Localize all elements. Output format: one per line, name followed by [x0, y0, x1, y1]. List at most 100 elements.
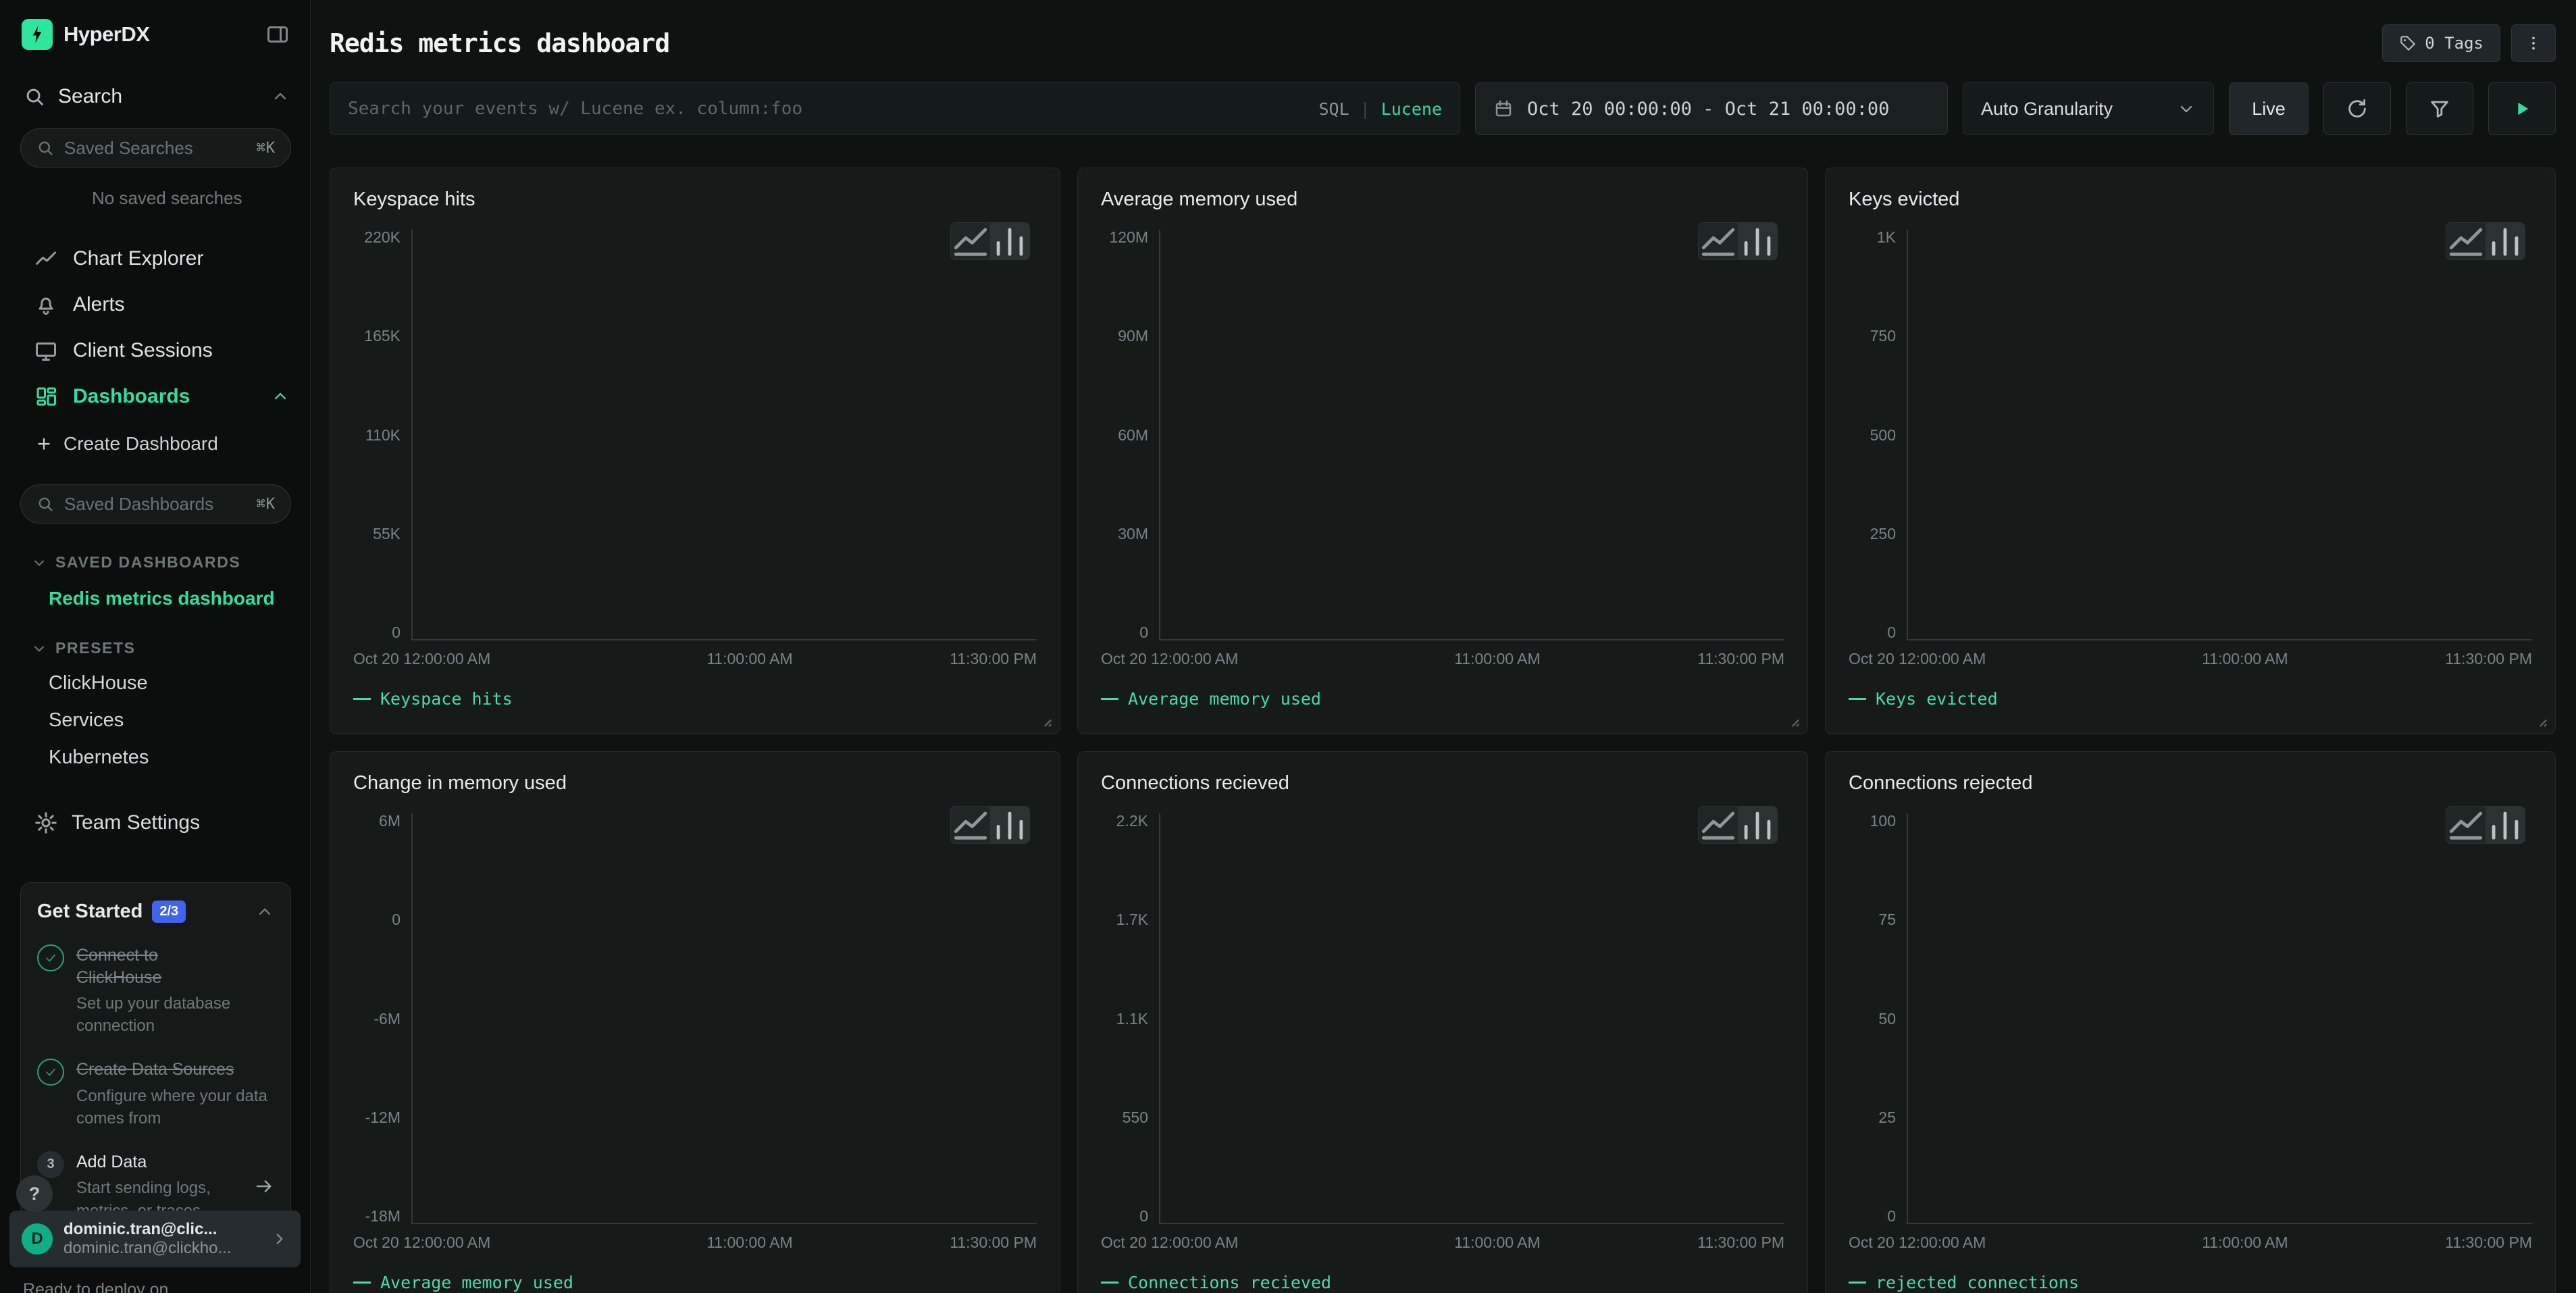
dashboard-menu-button[interactable] [2511, 24, 2556, 62]
saved-searches-input[interactable] [64, 138, 247, 159]
sidebar-item-services[interactable]: Services [49, 709, 290, 732]
chart-card-connections-rejected: Connections rejected 1007550250 Oct 20 1… [1825, 751, 2556, 1293]
get-started-item-sources[interactable]: Create Data Sources Configure where your… [37, 1059, 274, 1130]
line-chart-toggle-icon[interactable] [1699, 807, 1738, 843]
create-dashboard-button[interactable]: Create Dashboard [0, 424, 310, 464]
gear-icon [34, 811, 58, 835]
sidebar-item-kubernetes[interactable]: Kubernetes [49, 746, 290, 769]
resize-handle[interactable] [2529, 709, 2548, 728]
y-axis: 220K165K110K55K0 [353, 230, 411, 640]
line-chart-toggle-icon[interactable] [951, 807, 990, 843]
saved-searches-search[interactable]: ⌘K [20, 128, 291, 168]
x-tick-label: 11:00:00 AM [1454, 1234, 1540, 1252]
chart-card-keys-evicted: Keys evicted 1K7505002500 Oct 20 12:00:0… [1825, 168, 2556, 734]
calendar-icon [1493, 99, 1514, 119]
resize-handle[interactable] [1782, 709, 1801, 728]
x-tick-label: 11:30:00 PM [2445, 1234, 2532, 1252]
user-email-primary: dominic.tran@clic... [63, 1220, 260, 1239]
chevron-up-icon[interactable] [271, 387, 290, 406]
sidebar-item-dashboards[interactable]: Dashboards [0, 374, 310, 420]
y-tick-label: 0 [392, 625, 401, 640]
date-range-picker[interactable]: Oct 20 00:00:00 - Oct 21 00:00:00 [1475, 82, 1948, 135]
lucene-toggle[interactable]: Lucene [1381, 99, 1442, 119]
sidebar-section-search[interactable]: Search [23, 85, 290, 108]
chart-canvas [1160, 813, 1784, 1223]
legend-dash [353, 1282, 371, 1284]
sidebar-item-team-settings[interactable]: Team Settings [34, 811, 290, 835]
saved-dashboards-input[interactable] [64, 494, 247, 515]
line-chart-toggle-icon[interactable] [2446, 223, 2485, 259]
chart-canvas [1908, 230, 2532, 639]
x-axis: Oct 20 12:00:00 AM11:00:00 AM11:30:00 PM [1849, 1234, 2532, 1257]
search-icon [36, 495, 55, 513]
hyperdx-logo-icon [22, 19, 53, 50]
chevron-right-icon [271, 1230, 288, 1248]
y-tick-label: 500 [1870, 428, 1896, 443]
resize-handle[interactable] [1034, 709, 1053, 728]
y-tick-label: 90M [1118, 328, 1148, 344]
sidebar-item-clickhouse[interactable]: ClickHouse [49, 672, 290, 694]
get-started-header[interactable]: Get Started 2/3 [37, 901, 274, 923]
nav-label: Alerts [73, 293, 125, 316]
presets-section-header[interactable]: PRESETS [31, 639, 290, 657]
y-tick-label: -18M [365, 1209, 401, 1224]
page-header: Redis metrics dashboard 0 Tags [311, 0, 2576, 62]
line-chart-toggle-icon[interactable] [951, 223, 990, 259]
bar-chart-toggle-icon[interactable] [1738, 807, 1777, 843]
get-started-item-connect[interactable]: Connect to ClickHouse Set up your databa… [37, 944, 274, 1037]
line-chart-icon [34, 247, 58, 271]
sidebar-nav: Chart Explorer Alerts Client Sessions Da… [0, 236, 310, 420]
line-chart-toggle-icon[interactable] [2446, 807, 2485, 843]
filter-button[interactable] [2406, 82, 2473, 135]
search-section-label: Search [58, 85, 122, 108]
sql-toggle[interactable]: SQL [1318, 99, 1349, 119]
x-axis: Oct 20 12:00:00 AM11:00:00 AM11:30:00 PM [353, 650, 1037, 673]
saved-dashboards-section-header[interactable]: SAVED DASHBOARDS [31, 553, 290, 572]
legend-label: Keys evicted [1876, 689, 1998, 709]
bar-chart-toggle-icon[interactable] [990, 807, 1029, 843]
date-range-value: Oct 20 00:00:00 - Oct 21 00:00:00 [1527, 99, 1889, 120]
live-button[interactable]: Live [2229, 82, 2309, 135]
legend-label: Keyspace hits [380, 689, 513, 709]
chevron-up-icon[interactable] [271, 87, 290, 106]
legend-dash [1101, 698, 1118, 700]
section-header-label: PRESETS [55, 639, 136, 657]
team-settings-label: Team Settings [72, 811, 200, 834]
tags-button[interactable]: 0 Tags [2382, 24, 2500, 62]
user-account-row[interactable]: D dominic.tran@clic... dominic.tran@clic… [9, 1211, 301, 1267]
bar-chart-toggle-icon[interactable] [2485, 807, 2525, 843]
chart-legend: Connections recieved [1101, 1273, 1784, 1292]
x-tick-label: 11:30:00 PM [1697, 1234, 1784, 1252]
sidebar-item-redis-dashboard[interactable]: Redis metrics dashboard [49, 588, 290, 609]
bar-chart-toggle-icon[interactable] [1738, 223, 1777, 259]
saved-dashboards-search[interactable]: ⌘K [20, 484, 291, 524]
sidebar-collapse-icon[interactable] [265, 22, 290, 47]
sidebar-item-alerts[interactable]: Alerts [0, 282, 310, 328]
sidebar-item-chart-explorer[interactable]: Chart Explorer [0, 236, 310, 282]
refresh-button[interactable] [2323, 82, 2391, 135]
granularity-select[interactable]: Auto Granularity [1963, 82, 2214, 135]
event-search-box[interactable]: SQL | Lucene [330, 82, 1460, 135]
line-chart-toggle-icon[interactable] [1699, 223, 1738, 259]
x-tick-label: Oct 20 12:00:00 AM [353, 1234, 490, 1252]
chart-card-keyspace-hits: Keyspace hits 220K165K110K55K0 Oct 20 12… [330, 168, 1060, 734]
sidebar: HyperDX Search ⌘K No saved searches Char… [0, 0, 311, 1293]
x-tick-label: Oct 20 12:00:00 AM [1101, 650, 1238, 668]
arrow-right-icon[interactable] [254, 1176, 274, 1196]
run-query-button[interactable] [2488, 82, 2556, 135]
bar-chart-toggle-icon[interactable] [2485, 223, 2525, 259]
y-axis: 120M90M60M30M0 [1101, 230, 1159, 640]
chart-type-toggle [1698, 222, 1778, 260]
event-search-input[interactable] [348, 99, 1306, 119]
query-language-toggle: SQL | Lucene [1318, 99, 1442, 119]
filter-icon [2428, 97, 2451, 120]
chart-type-toggle [2446, 222, 2525, 260]
step-title: Connect to ClickHouse [76, 944, 237, 988]
sidebar-item-client-sessions[interactable]: Client Sessions [0, 328, 310, 374]
y-tick-label: 55K [373, 526, 401, 542]
help-button[interactable]: ? [16, 1175, 53, 1212]
bar-chart-toggle-icon[interactable] [990, 223, 1029, 259]
chart-legend: Keys evicted [1849, 689, 2532, 709]
chevron-up-icon[interactable] [255, 903, 274, 921]
granularity-value: Auto Granularity [1981, 99, 2113, 120]
